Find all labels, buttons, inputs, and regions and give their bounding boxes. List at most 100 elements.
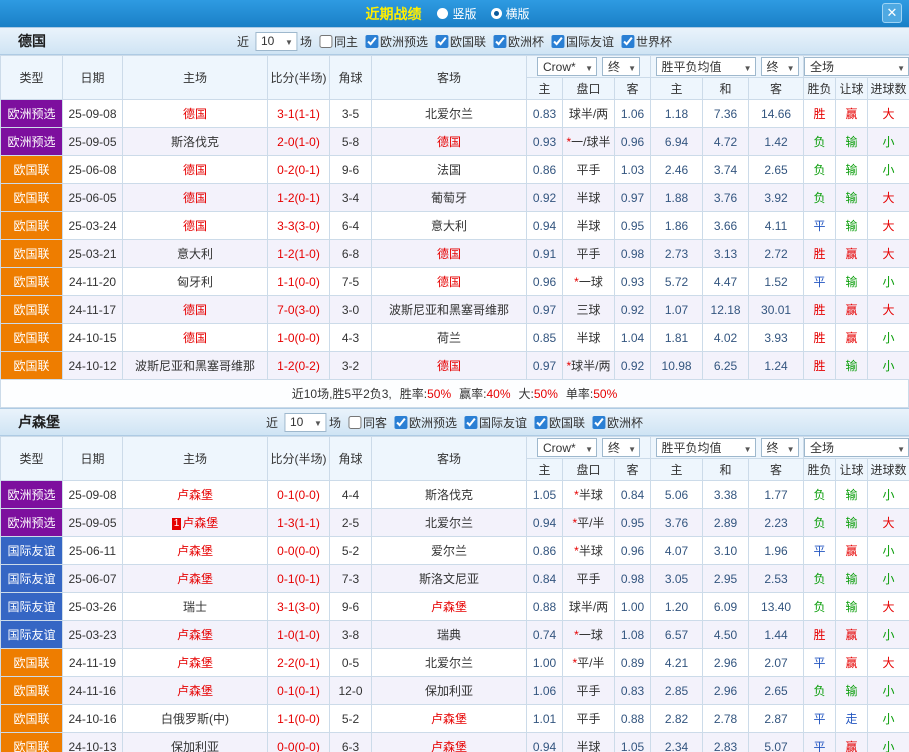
result-wdl: 平 xyxy=(804,537,836,565)
score-halftime: 1-2(0-2) xyxy=(268,352,330,380)
avg-home-odds: 4.21 xyxy=(651,649,703,677)
league-filter-checkbox[interactable]: 世界杯 xyxy=(621,33,672,50)
avg-draw-odds: 7.36 xyxy=(703,100,749,128)
subcol-avg-draw: 和 xyxy=(703,78,749,100)
avg-home-odds: 1.88 xyxy=(651,184,703,212)
league-filter-checkbox[interactable]: 欧洲杯 xyxy=(493,33,544,50)
layout-vertical-radio[interactable]: 竖版 xyxy=(437,5,476,22)
stat-label: 胜率: xyxy=(400,387,427,401)
league-filter-checkbox-input[interactable] xyxy=(435,35,448,48)
close-button[interactable]: ✕ xyxy=(882,3,902,23)
match-row: 欧国联24-11-16卢森堡0-1(0-1)12-0保加利亚1.06平手0.83… xyxy=(1,677,909,705)
summary-stat-cover-rate: 赢率:40% xyxy=(459,385,510,402)
league-filter-checkbox-input[interactable] xyxy=(464,416,477,429)
crow-away-odds: 0.84 xyxy=(615,481,651,509)
result-wdl: 胜 xyxy=(804,352,836,380)
match-count-select[interactable]: 10 xyxy=(255,32,297,51)
avg-away-odds: 1.24 xyxy=(749,352,804,380)
avg-home-odds: 2.46 xyxy=(651,156,703,184)
fullmatch-select[interactable]: 全场 xyxy=(804,57,909,76)
radio-unselected-icon xyxy=(437,8,448,19)
score-halftime: 0-0(0-0) xyxy=(268,733,330,752)
league-filter-checkbox-input[interactable] xyxy=(394,416,407,429)
league-type-badge: 欧国联 xyxy=(1,184,63,212)
league-filter-checkbox[interactable]: 欧洲杯 xyxy=(592,414,643,431)
avg-home-odds: 3.76 xyxy=(651,509,703,537)
league-type-badge: 欧洲预选 xyxy=(1,128,63,156)
score-halftime: 1-0(0-0) xyxy=(268,324,330,352)
league-filter-checkbox-input[interactable] xyxy=(551,35,564,48)
result-wdl: 平 xyxy=(804,268,836,296)
same-venue-checkbox-input[interactable] xyxy=(348,416,361,429)
league-filter-checkbox-input[interactable] xyxy=(534,416,547,429)
result-goals: 小 xyxy=(868,156,909,184)
fullmatch-select[interactable]: 全场 xyxy=(804,438,909,457)
league-type-badge: 国际友谊 xyxy=(1,537,63,565)
avg-final-select[interactable]: 终 xyxy=(761,438,799,457)
league-filter-checkbox-input[interactable] xyxy=(592,416,605,429)
result-handicap: 输 xyxy=(836,184,868,212)
chevron-down-icon xyxy=(741,441,752,455)
corners: 3-5 xyxy=(330,100,372,128)
league-type-badge: 欧国联 xyxy=(1,649,63,677)
avg-draw-odds: 2.78 xyxy=(703,705,749,733)
avg-final-select[interactable]: 终 xyxy=(761,57,799,76)
match-row: 欧国联25-06-05德国1-2(0-1)3-4葡萄牙0.92半球0.971.8… xyxy=(1,184,909,212)
handicap-star: * xyxy=(574,488,579,502)
league-filter-checkbox-input[interactable] xyxy=(365,35,378,48)
same-venue-checkbox[interactable]: 同主 xyxy=(319,33,358,50)
odds-company-select[interactable]: Crow* xyxy=(537,438,597,457)
crow-away-odds: 0.92 xyxy=(615,352,651,380)
avg-draw-odds: 3.76 xyxy=(703,184,749,212)
away-team: 瑞典 xyxy=(372,621,527,649)
col-header-type: 类型 xyxy=(1,437,63,481)
crow-away-odds: 0.95 xyxy=(615,509,651,537)
result-handicap: 输 xyxy=(836,212,868,240)
crow-home-odds: 0.86 xyxy=(527,537,563,565)
avg-odds-select[interactable]: 胜平负均值 xyxy=(656,57,756,76)
layout-horizontal-radio[interactable]: 横版 xyxy=(491,5,530,22)
league-filter-checkbox[interactable]: 欧国联 xyxy=(435,33,486,50)
crow-home-odds: 1.06 xyxy=(527,677,563,705)
league-filter-checkbox[interactable]: 欧国联 xyxy=(534,414,585,431)
league-filter-checkbox-input[interactable] xyxy=(493,35,506,48)
odds-company-value: Crow* xyxy=(543,60,576,74)
match-count-select[interactable]: 10 xyxy=(284,413,326,432)
same-venue-checkbox[interactable]: 同客 xyxy=(348,414,387,431)
same-venue-checkbox-input[interactable] xyxy=(319,35,332,48)
crow-home-odds: 1.01 xyxy=(527,705,563,733)
score-halftime: 1-2(1-0) xyxy=(268,240,330,268)
avg-away-odds: 13.40 xyxy=(749,593,804,621)
league-type-badge: 欧国联 xyxy=(1,156,63,184)
league-filter-checkbox[interactable]: 国际友谊 xyxy=(464,414,527,431)
handicap: *半球 xyxy=(563,481,615,509)
final-odds-select[interactable]: 终 xyxy=(602,57,640,76)
subcol-avg-away: 客 xyxy=(749,459,804,481)
result-wdl: 负 xyxy=(804,481,836,509)
fullmatch-value: 全场 xyxy=(810,58,834,75)
result-handicap: 输 xyxy=(836,677,868,705)
handicap-star: * xyxy=(572,516,577,530)
subcol-crow-home: 主 xyxy=(527,459,563,481)
result-handicap: 赢 xyxy=(836,324,868,352)
league-filter-checkbox-input[interactable] xyxy=(621,35,634,48)
avg-odds-value: 胜平负均值 xyxy=(662,58,722,75)
score-halftime: 1-2(0-1) xyxy=(268,184,330,212)
avg-odds-select[interactable]: 胜平负均值 xyxy=(656,438,756,457)
result-handicap: 走 xyxy=(836,705,868,733)
league-filter-checkbox[interactable]: 欧洲预选 xyxy=(365,33,428,50)
odds-company-select[interactable]: Crow* xyxy=(537,57,597,76)
match-date: 25-06-08 xyxy=(63,156,123,184)
final-odds-select[interactable]: 终 xyxy=(602,438,640,457)
league-filter-checkbox[interactable]: 国际友谊 xyxy=(551,33,614,50)
league-filter-label: 欧洲杯 xyxy=(607,414,643,431)
crow-away-odds: 1.06 xyxy=(615,100,651,128)
avg-away-odds: 1.44 xyxy=(749,621,804,649)
league-filter-checkbox[interactable]: 欧洲预选 xyxy=(394,414,457,431)
avg-home-odds: 2.34 xyxy=(651,733,703,752)
stat-value: 50% xyxy=(427,387,451,401)
handicap: *半球 xyxy=(563,537,615,565)
summary-prefix: 近10场,胜5平2负3, xyxy=(292,385,392,402)
home-team: 卢森堡 xyxy=(123,565,268,593)
avg-draw-odds: 4.02 xyxy=(703,324,749,352)
